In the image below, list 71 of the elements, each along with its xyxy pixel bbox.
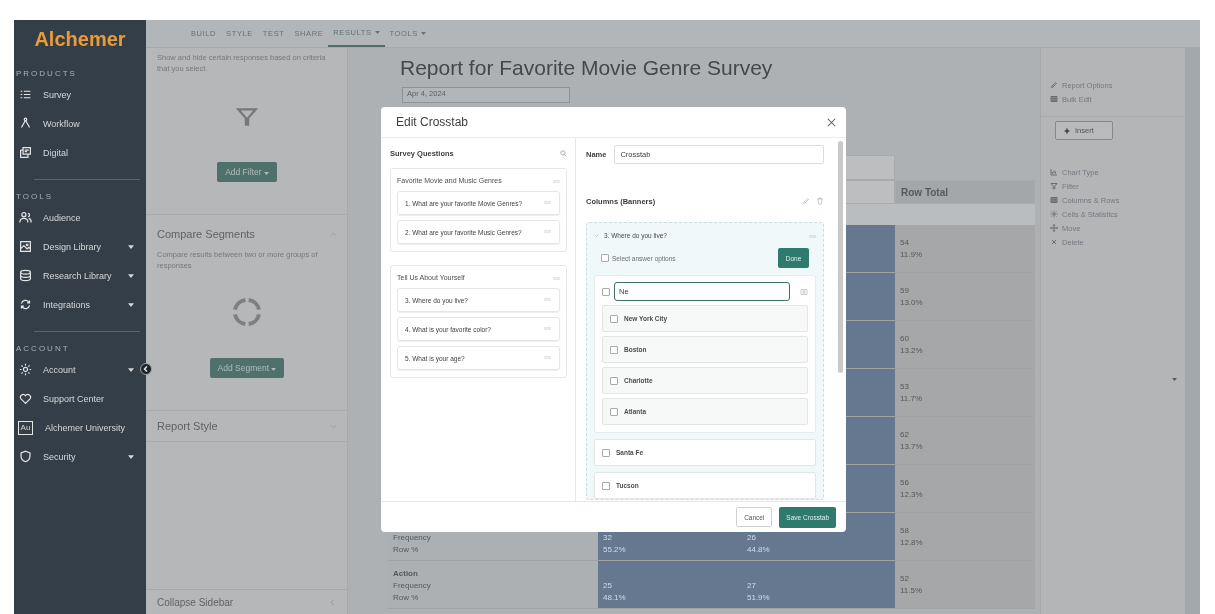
badge-icon: Au <box>18 420 33 435</box>
checkbox[interactable] <box>601 254 609 262</box>
table-cell: 27 51.9% <box>742 561 895 609</box>
sidebar-item[interactable]: Audience <box>14 203 146 232</box>
column-header: Row Total <box>895 180 1035 204</box>
pencil-icon[interactable] <box>802 197 810 205</box>
caret-icon[interactable] <box>1172 378 1177 381</box>
sidebar-item[interactable]: Workflow <box>14 109 146 138</box>
sidebar-item[interactable]: Integrations <box>14 290 146 319</box>
section-title: Compare Segments <box>157 228 255 240</box>
sync-icon <box>19 298 32 311</box>
checkbox[interactable] <box>602 448 610 457</box>
checklist-icon <box>19 88 32 101</box>
sidebar-item[interactable]: Research Library <box>14 261 146 290</box>
scrollbar-thumb[interactable] <box>838 141 843 373</box>
table-cell: 52 11.5% <box>895 561 1035 609</box>
logo[interactable]: Alchemer <box>14 20 146 61</box>
grid-icon <box>1050 196 1058 204</box>
checkbox[interactable] <box>610 314 618 323</box>
section-title: PRODUCTS <box>15 68 78 80</box>
table-cell: 56 12.3% <box>895 465 1035 513</box>
table-cell: 58 12.8% <box>895 513 1035 561</box>
gear-icon <box>1050 210 1058 218</box>
dialog-title: Edit Crosstab <box>396 115 469 129</box>
caret-icon <box>271 368 277 371</box>
table-cell: 54 11.9% <box>895 225 1035 273</box>
gear-icon <box>19 363 32 376</box>
sidebar-item[interactable]: Design Library <box>14 232 146 261</box>
checkbox[interactable] <box>602 287 610 296</box>
report-title: Report for Favorite Movie Genre Survey <box>400 56 774 80</box>
filter-icon <box>1050 182 1058 190</box>
search-icon[interactable] <box>560 149 567 157</box>
windows-icon <box>19 146 32 159</box>
trash-icon[interactable] <box>816 197 824 205</box>
grid-icon <box>1050 95 1058 103</box>
checkbox[interactable] <box>610 345 618 354</box>
list-icon[interactable] <box>800 287 808 296</box>
checkbox[interactable] <box>602 481 610 490</box>
collapse-handle-icon[interactable] <box>140 363 152 375</box>
close-icon <box>1050 238 1058 246</box>
funnel-icon <box>236 106 258 128</box>
sidebar-item[interactable]: Au Alchemer University <box>14 413 146 442</box>
sidebar-item[interactable]: Survey <box>14 80 146 109</box>
table-cell: 25 48.1% <box>598 561 742 609</box>
people-icon <box>19 211 32 224</box>
section-title: TOOLS <box>15 191 54 203</box>
sidebar-item[interactable]: Digital <box>14 138 146 167</box>
move-icon <box>1050 224 1058 232</box>
table-cell: 53 11.7% <box>895 369 1035 417</box>
section-title: ACCOUNT <box>15 343 71 355</box>
checkbox[interactable] <box>610 376 618 385</box>
database-icon <box>19 269 32 282</box>
caret-icon <box>263 172 269 175</box>
pencil-icon <box>1050 81 1058 89</box>
bar-chart-icon <box>1050 168 1058 176</box>
close-icon[interactable] <box>827 117 836 127</box>
table-cell: 59 13.0% <box>895 273 1035 321</box>
checkbox[interactable] <box>610 407 618 416</box>
table-cell: 60 13.2% <box>895 321 1035 369</box>
network-icon <box>19 117 32 130</box>
plus-icon <box>1064 127 1070 134</box>
heart-icon <box>19 392 32 405</box>
image-icon <box>19 240 32 253</box>
sidebar-item[interactable]: Support Center <box>14 384 146 413</box>
section-title: Report Style <box>157 420 218 432</box>
chevron-icon[interactable] <box>594 233 599 237</box>
sidebar-item[interactable]: Security <box>14 442 146 471</box>
spinner-icon <box>231 296 263 328</box>
sidebar-item[interactable]: Account <box>14 355 146 384</box>
table-cell: 62 13.7% <box>895 417 1035 465</box>
shield-icon <box>19 450 32 463</box>
